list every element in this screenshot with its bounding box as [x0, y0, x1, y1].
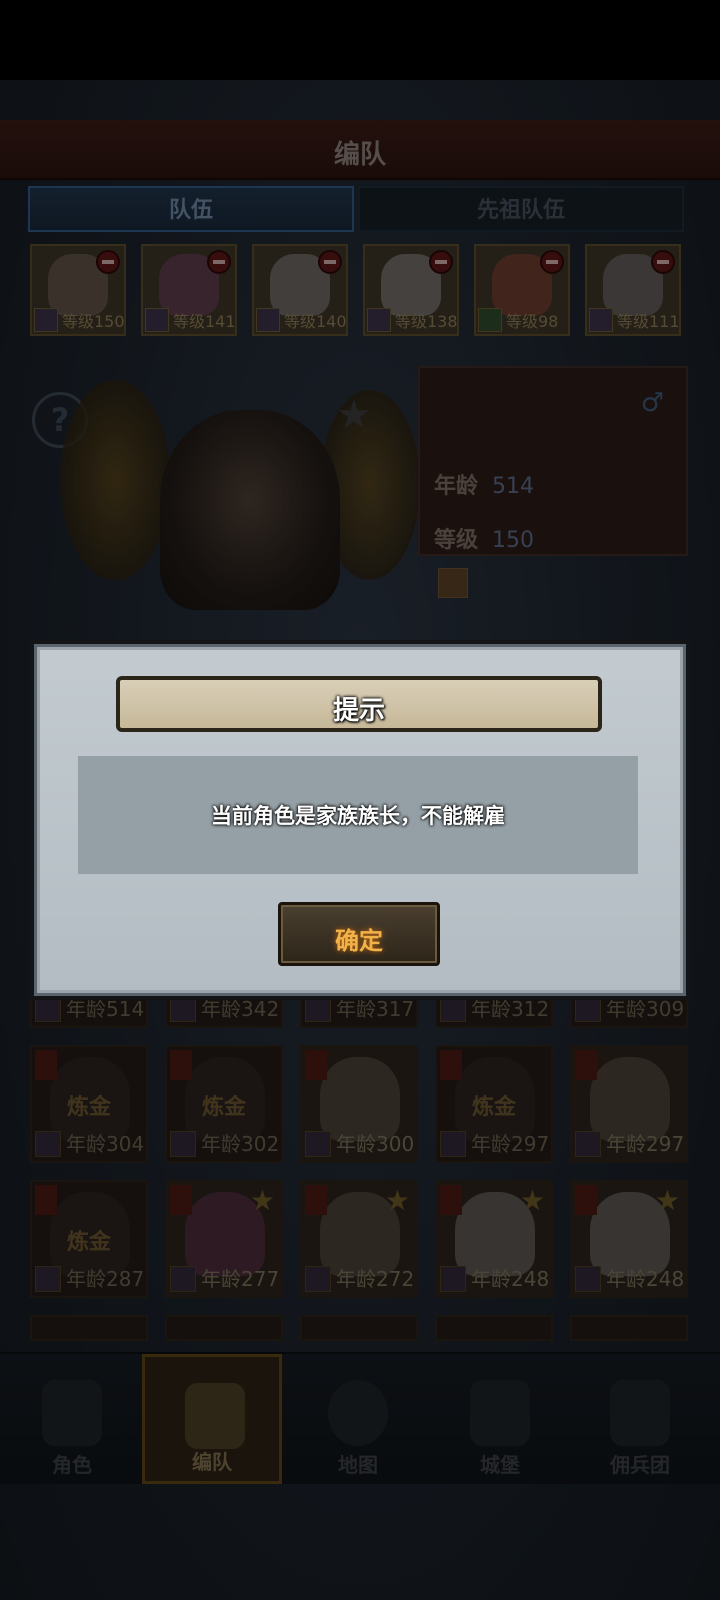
confirm-button[interactable]: 确定	[278, 902, 440, 966]
confirm-label: 确定	[335, 927, 383, 955]
alert-dialog: 提示 当前角色是家族族长，不能解雇 确定	[30, 640, 690, 1000]
dialog-title: 提示	[332, 696, 385, 726]
dialog-message-box: 当前角色是家族族长，不能解雇	[78, 756, 638, 874]
status-bar	[0, 0, 720, 80]
dialog-message: 当前角色是家族族长，不能解雇	[211, 804, 505, 828]
dialog-title-banner: 提示	[116, 676, 602, 732]
